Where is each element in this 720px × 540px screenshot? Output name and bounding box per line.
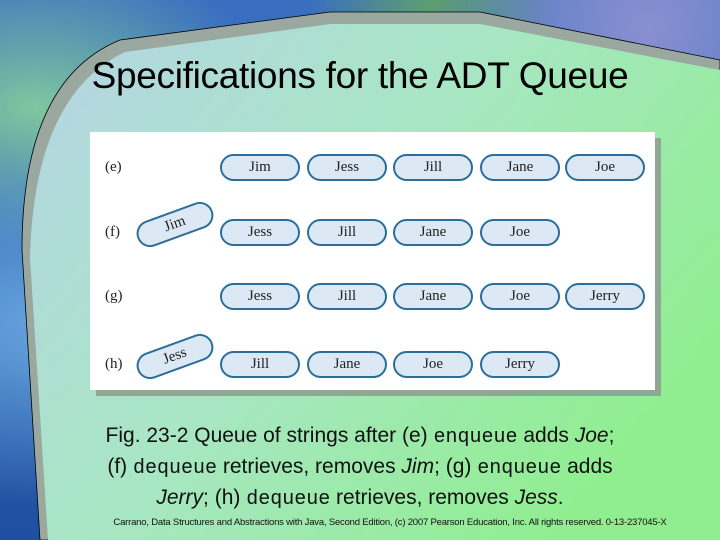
caption-text: retrieves, removes (330, 486, 515, 509)
queue-item-pill: Jess (220, 283, 300, 310)
queue-item-pill: Jerry (565, 283, 645, 310)
queue-item-pill: Jerry (480, 351, 560, 378)
caption-text: ; (608, 424, 615, 447)
queue-item-pill: Jim (220, 154, 300, 181)
figure-caption: Fig. 23-2 Queue of strings after (e) enq… (40, 421, 680, 514)
queue-item-pill: Joe (393, 351, 473, 378)
queue-item-pill: Joe (480, 283, 560, 310)
queue-item-pill: Jill (393, 154, 473, 181)
queue-item-pill: Jill (307, 219, 387, 246)
caption-text: (f) (107, 455, 133, 478)
caption-italic-name: Jess (514, 486, 558, 509)
row-label: (e) (105, 159, 122, 175)
row-label: (f) (105, 224, 120, 240)
queue-item-pill: Jane (393, 219, 473, 246)
queue-item-pill: Jane (393, 283, 473, 310)
queue-item-pill: Joe (565, 154, 645, 181)
figure-panel: (e) Jim Jess Jill Jane Joe (f) Jim Jess Jill Jane J… (90, 132, 655, 390)
queue-item-pill: Jane (480, 154, 560, 181)
row-label: (h) (105, 356, 123, 372)
queue-item-pill: Jill (220, 351, 300, 378)
caption-italic-name: Jim (401, 455, 435, 478)
queue-item-pill: Jess (307, 154, 387, 181)
slide-title: Specifications for the ADT Queue (91, 55, 629, 96)
queue-item-pill: Jess (220, 219, 300, 246)
copyright-footer: Carrano, Data Structures and Abstraction… (113, 517, 667, 528)
caption-code-enqueue: enqueue (477, 457, 562, 480)
caption-code-dequeue: dequeue (133, 457, 218, 480)
caption-text: ; (h) (203, 486, 247, 509)
caption-italic-name: Joe (574, 424, 609, 447)
caption-italic-name: Jerry (156, 486, 204, 509)
row-label: (g) (105, 288, 123, 304)
caption-text: retrieves, removes (217, 455, 402, 478)
removed-item-pill: Jim (132, 198, 218, 251)
queue-item-pill: Jane (307, 351, 387, 378)
caption-text: ; (g) (434, 455, 478, 478)
queue-item-pill: Jill (307, 283, 387, 310)
caption-text: . (557, 486, 564, 509)
caption-code-dequeue: dequeue (246, 488, 331, 511)
caption-code-enqueue: enqueue (433, 426, 518, 449)
queue-item-pill: Joe (480, 219, 560, 246)
caption-text: adds (517, 424, 575, 447)
caption-text: adds (561, 455, 613, 478)
caption-text: Fig. 23-2 Queue of strings after (e) (105, 424, 434, 447)
removed-item-pill: Jess (132, 330, 218, 383)
